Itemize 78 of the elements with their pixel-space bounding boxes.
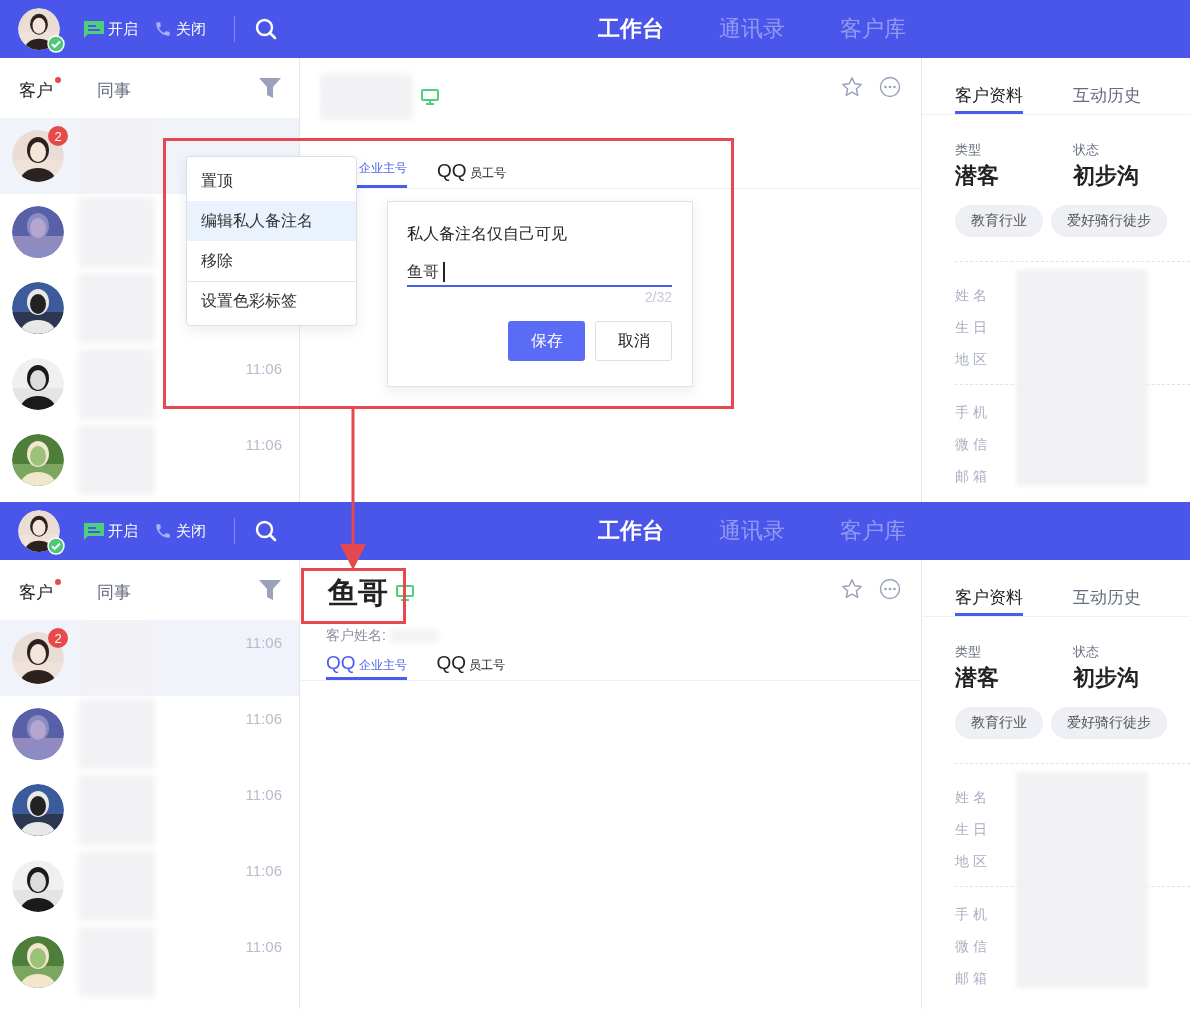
- field-label: 邮 箱: [955, 467, 988, 486]
- chat-icon: [84, 522, 104, 540]
- menu-item[interactable]: 编辑私人备注名: [187, 201, 356, 241]
- field-label: 生 日: [955, 820, 988, 839]
- field-label: 手 机: [955, 905, 988, 924]
- field-label: 姓 名: [955, 286, 988, 305]
- type-value: 潜客: [955, 664, 1000, 692]
- status-label: 状态: [1072, 141, 1100, 159]
- field-label: 微 信: [955, 435, 988, 454]
- message-time: 11:06: [245, 862, 282, 879]
- nav-tab[interactable]: 工作台: [598, 14, 664, 44]
- field-label: 手 机: [955, 403, 988, 422]
- chat-icon: [84, 20, 104, 38]
- status-value: 初步沟: [1072, 664, 1140, 692]
- status-off-button[interactable]: 关闭: [154, 521, 206, 541]
- unread-badge: 2: [48, 126, 68, 146]
- more-icon[interactable]: [879, 578, 901, 600]
- filter-icon[interactable]: [259, 580, 281, 600]
- message-time: 11:06: [245, 786, 282, 803]
- phone-icon: [154, 522, 172, 540]
- type-value: 潜客: [955, 162, 1000, 190]
- type-label: 类型: [955, 141, 982, 159]
- field-label: 生 日: [955, 318, 988, 337]
- status-on-button[interactable]: 开启: [84, 521, 138, 541]
- tag: 教育行业: [955, 707, 1043, 739]
- message-time: 11:06: [245, 710, 282, 727]
- message-time: 11:06: [245, 360, 282, 377]
- menu-item[interactable]: 设置色彩标签: [187, 281, 356, 321]
- monitor-icon: [396, 585, 414, 601]
- phone-icon: [154, 20, 172, 38]
- message-time: 11:06: [245, 634, 282, 651]
- message-time: 11:06: [245, 938, 282, 955]
- menu-item[interactable]: 置顶: [187, 161, 356, 201]
- sidebar-tab[interactable]: 客户: [19, 74, 61, 102]
- message-time: 11:06: [245, 436, 282, 453]
- account-tab[interactable]: QQ 员工号: [436, 646, 506, 680]
- sidebar-tab[interactable]: 同事: [97, 576, 139, 604]
- cancel-button[interactable]: 取消: [595, 321, 672, 361]
- status-off-button[interactable]: 关闭: [154, 19, 206, 39]
- tag: 爱好骑行徒步: [1051, 205, 1167, 237]
- account-tab[interactable]: QQ 企业主号: [326, 646, 407, 680]
- profile-tab[interactable]: 客户资料: [955, 586, 1023, 616]
- type-label: 类型: [955, 643, 982, 661]
- field-label: 邮 箱: [955, 969, 988, 988]
- profile-tab[interactable]: 互动历史: [1073, 586, 1141, 616]
- tag: 爱好骑行徒步: [1051, 707, 1167, 739]
- status-value: 初步沟: [1072, 162, 1140, 190]
- star-icon[interactable]: [841, 76, 863, 98]
- status-label: 状态: [1072, 643, 1100, 661]
- character-counter: 2/32: [644, 289, 672, 305]
- account-tab[interactable]: 企业主号: [326, 154, 407, 188]
- filter-icon[interactable]: [259, 78, 281, 98]
- sidebar-tab[interactable]: 客户: [19, 576, 61, 604]
- field-label: 客户姓名:: [326, 627, 386, 645]
- search-icon[interactable]: [255, 18, 277, 40]
- contact-title: 鱼哥: [328, 576, 388, 610]
- monitor-icon: [421, 89, 439, 105]
- sidebar-tab[interactable]: 同事: [97, 74, 139, 102]
- field-label: 地 区: [955, 350, 988, 369]
- dialog-title: 私人备注名仅自己可见: [407, 224, 568, 244]
- check-icon: [47, 35, 65, 53]
- search-icon[interactable]: [255, 520, 277, 542]
- menu-item[interactable]: 移除: [187, 241, 356, 281]
- input-field[interactable]: 鱼哥: [407, 259, 672, 287]
- check-icon: [47, 537, 65, 555]
- field-label: 微 信: [955, 937, 988, 956]
- field-label: 地 区: [955, 852, 988, 871]
- tag: 教育行业: [955, 205, 1043, 237]
- more-icon[interactable]: [879, 76, 901, 98]
- account-tab[interactable]: QQ 员工号: [437, 154, 506, 188]
- star-icon[interactable]: [841, 578, 863, 600]
- nav-tab[interactable]: 工作台: [598, 516, 664, 546]
- profile-tab[interactable]: 互动历史: [1073, 84, 1141, 114]
- status-on-button[interactable]: 开启: [84, 19, 138, 39]
- save-button[interactable]: 保存: [508, 321, 585, 361]
- profile-tab[interactable]: 客户资料: [955, 84, 1023, 114]
- field-label: 姓 名: [955, 788, 988, 807]
- unread-badge: 2: [48, 628, 68, 648]
